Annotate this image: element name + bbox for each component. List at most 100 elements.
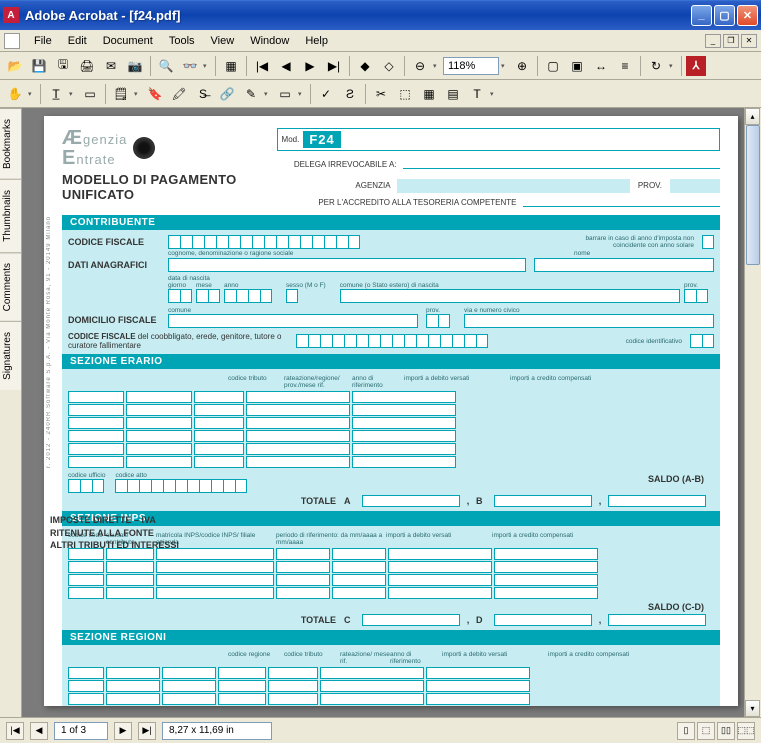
form-button[interactable]: ▦ xyxy=(418,83,440,105)
spell-check-button[interactable]: ✓ xyxy=(315,83,337,105)
crop-button[interactable]: ✂ xyxy=(370,83,392,105)
prev-page-button[interactable]: ◀ xyxy=(275,55,297,77)
email-button[interactable]: ✉ xyxy=(100,55,122,77)
single-page-view[interactable]: ▯ xyxy=(677,722,695,740)
menu-file[interactable]: File xyxy=(26,33,60,49)
fit-page-button[interactable]: ▣ xyxy=(566,55,588,77)
highlight-button[interactable]: 🖍 xyxy=(168,83,190,105)
toolbar-main: 📂 💾 🖫 🖨 ✉ 📷 🔍 👓 ▾ ▦ |◀ ◀ ▶ ▶| ◆ ◇ ⊖ ▾ ▾ … xyxy=(0,52,761,80)
search-button[interactable]: 🔍 xyxy=(155,55,177,77)
pencil-dropdown[interactable]: ▾ xyxy=(264,90,272,98)
snapshot-button[interactable]: ▭ xyxy=(79,83,101,105)
tab-comments[interactable]: Comments xyxy=(0,252,21,321)
title-bar: A Adobe Acrobat - [f24.pdf] _ ▢ ✕ xyxy=(0,0,761,30)
text-select-dropdown[interactable]: ▾ xyxy=(69,90,77,98)
facing-view[interactable]: ▯▯ xyxy=(717,722,735,740)
actual-size-button[interactable]: ▢ xyxy=(542,55,564,77)
menu-help[interactable]: Help xyxy=(297,33,336,49)
link-button[interactable]: 🔗 xyxy=(216,83,238,105)
first-page-button[interactable]: |◀ xyxy=(251,55,273,77)
mod-badge: Mod. F24 xyxy=(277,128,720,151)
main-area: Bookmarks Thumbnails Comments Signatures… xyxy=(0,108,761,717)
status-prev-page[interactable]: ◀ xyxy=(30,722,48,740)
menu-document[interactable]: Document xyxy=(95,33,161,49)
reflow-button[interactable]: ≡ xyxy=(614,55,636,77)
text-select-button[interactable]: T̲ xyxy=(45,83,67,105)
tab-signatures[interactable]: Signatures xyxy=(0,321,21,390)
next-page-button[interactable]: ▶ xyxy=(299,55,321,77)
table-row xyxy=(68,417,714,429)
mdi-restore-button[interactable]: ❐ xyxy=(723,34,739,48)
scan-button[interactable]: 📷 xyxy=(124,55,146,77)
minimize-button[interactable]: _ xyxy=(691,5,712,26)
prov-label: PROV. xyxy=(630,179,670,193)
touchup-button[interactable]: ⬚ xyxy=(394,83,416,105)
continuous-view[interactable]: ⬚ xyxy=(697,722,715,740)
menu-edit[interactable]: Edit xyxy=(60,33,95,49)
menu-window[interactable]: Window xyxy=(242,33,297,49)
pencil-button[interactable]: ✎ xyxy=(240,83,262,105)
table-row xyxy=(68,680,714,692)
status-next-page[interactable]: ▶ xyxy=(114,722,132,740)
adobe-icon[interactable]: ⅄ xyxy=(686,56,706,76)
zoom-dropdown[interactable]: ▾ xyxy=(501,62,509,70)
print-button[interactable]: 🖨 xyxy=(76,55,98,77)
table-row xyxy=(68,693,714,705)
close-button[interactable]: ✕ xyxy=(737,5,758,26)
rect-dropdown[interactable]: ▾ xyxy=(298,90,306,98)
rotate-button[interactable]: ↻ xyxy=(645,55,667,77)
label-data-nascita: data di nascita xyxy=(168,275,210,282)
zoom-out-dropdown[interactable]: ▾ xyxy=(433,62,441,70)
zoom-in-button[interactable]: ⊕ xyxy=(511,55,533,77)
document-viewport[interactable]: r. 2012 - 240RR Software S.p.A. - Via Mo… xyxy=(22,108,761,717)
text-touchup-button[interactable]: T xyxy=(466,83,488,105)
next-view-button[interactable]: ◇ xyxy=(378,55,400,77)
tab-bookmarks[interactable]: Bookmarks xyxy=(0,108,21,179)
status-last-page[interactable]: ▶| xyxy=(138,722,156,740)
find-button[interactable]: 👓 xyxy=(179,55,201,77)
scroll-up-button[interactable]: ▴ xyxy=(745,108,760,125)
status-bar: |◀ ◀ 1 of 3 ▶ ▶| 8,27 x 11,69 in ▯ ⬚ ▯▯ … xyxy=(0,717,761,743)
article-button[interactable]: ▤ xyxy=(442,83,464,105)
note-dropdown[interactable]: ▾ xyxy=(134,90,142,98)
tab-thumbnails[interactable]: Thumbnails xyxy=(0,179,21,252)
saldo-cd: SALDO (C-D) xyxy=(68,600,714,614)
accredito-row: PER L'ACCREDITO ALLA TESORERIA COMPETENT… xyxy=(277,195,720,207)
label-nome: nome xyxy=(574,250,714,257)
find-dropdown[interactable]: ▾ xyxy=(203,62,211,70)
spell-check-dropdown[interactable]: Ƨ xyxy=(339,83,361,105)
prev-view-button[interactable]: ◆ xyxy=(354,55,376,77)
menu-view[interactable]: View xyxy=(203,33,243,49)
fit-width-button[interactable]: ↔ xyxy=(590,55,612,77)
mdi-minimize-button[interactable]: _ xyxy=(705,34,721,48)
rotate-dropdown[interactable]: ▾ xyxy=(669,62,677,70)
status-first-page[interactable]: |◀ xyxy=(6,722,24,740)
open-button[interactable]: 📂 xyxy=(4,55,26,77)
last-page-button[interactable]: ▶| xyxy=(323,55,345,77)
show-hide-button[interactable]: ▦ xyxy=(220,55,242,77)
hand-dropdown[interactable]: ▾ xyxy=(28,90,36,98)
stamp-button[interactable]: 🔖 xyxy=(144,83,166,105)
touchup-dropdown[interactable]: ▾ xyxy=(490,90,498,98)
label-codice-ident: codice identificativo xyxy=(626,338,682,345)
save-as-button[interactable]: 🖫 xyxy=(52,55,74,77)
zoom-input[interactable] xyxy=(443,57,499,75)
strikeout-button[interactable]: S̶ xyxy=(192,83,214,105)
section-erario: SEZIONE ERARIO xyxy=(62,354,720,369)
hand-tool-button[interactable]: ✋ xyxy=(4,83,26,105)
vertical-scrollbar[interactable]: ▴ ▾ xyxy=(744,108,761,717)
menu-tools[interactable]: Tools xyxy=(161,33,203,49)
note-tool-button[interactable]: 🗒 xyxy=(110,83,132,105)
mdi-close-button[interactable]: ✕ xyxy=(741,34,757,48)
scroll-down-button[interactable]: ▾ xyxy=(745,700,760,717)
nav-panel: Bookmarks Thumbnails Comments Signatures xyxy=(0,108,22,717)
page-indicator[interactable]: 1 of 3 xyxy=(54,722,108,740)
form-title: MODELLO DI PAGAMENTO UNIFICATO xyxy=(62,172,237,202)
rectangle-button[interactable]: ▭ xyxy=(274,83,296,105)
zoom-out-button[interactable]: ⊖ xyxy=(409,55,431,77)
scroll-thumb[interactable] xyxy=(746,125,760,265)
maximize-button[interactable]: ▢ xyxy=(714,5,735,26)
continuous-facing-view[interactable]: ⬚⬚ xyxy=(737,722,755,740)
cognome-field xyxy=(168,258,526,272)
save-button[interactable]: 💾 xyxy=(28,55,50,77)
